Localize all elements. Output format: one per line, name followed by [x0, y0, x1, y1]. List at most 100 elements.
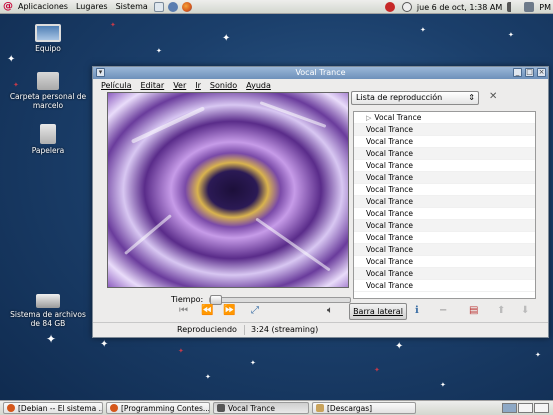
playlist-item[interactable]: Vocal Trance — [354, 136, 535, 148]
move-up-icon[interactable]: ⬆ — [497, 305, 505, 316]
harddisk-icon — [36, 294, 60, 308]
firefox-icon — [110, 404, 118, 412]
star-decoration: ✦ — [508, 31, 514, 39]
playlist-item[interactable]: Vocal Trance — [354, 232, 535, 244]
playlist-item[interactable]: Vocal Trance — [354, 220, 535, 232]
sidebar-select-value: Lista de reproducción — [356, 93, 443, 102]
info-icon[interactable]: ℹ — [415, 305, 419, 316]
desktop-icon-label: Equipo — [35, 44, 61, 53]
home-folder-icon — [37, 72, 59, 90]
seek-knob[interactable] — [210, 295, 222, 305]
menu-sistema[interactable]: Sistema — [112, 0, 152, 14]
star-decoration: ✦ — [110, 21, 116, 29]
playlist-item[interactable]: Vocal Trance — [354, 268, 535, 280]
visualization-streak — [124, 214, 172, 255]
volume-icon[interactable] — [507, 2, 518, 12]
task-descargas[interactable]: [Descargas] — [312, 402, 416, 414]
desktop-icon-label: Papelera — [31, 146, 65, 155]
video-area[interactable] — [107, 92, 349, 288]
star-decoration: ✦ — [440, 381, 446, 389]
window-title: Vocal Trance — [295, 68, 346, 77]
firefox-icon — [7, 404, 15, 412]
close-sidebar-icon[interactable]: ✕ — [489, 91, 497, 103]
workspace-switcher[interactable] — [502, 403, 549, 413]
menu-ayuda[interactable]: Ayuda — [246, 81, 271, 90]
menu-editar[interactable]: Editar — [141, 81, 165, 90]
menu-sonido[interactable]: Sonido — [210, 81, 237, 90]
move-down-icon[interactable]: ⬇ — [521, 305, 529, 316]
playlist-item[interactable]: Vocal Trance — [354, 160, 535, 172]
player-controls: Tiempo: ⏮ ⏪ ⏩ ⤢ 🔈︎ Barra lateral ℹ − ▤ ⬆… — [101, 289, 548, 320]
maximize-button[interactable]: □ — [525, 68, 534, 77]
sidebar-select[interactable]: Lista de reproducción ⇕ — [351, 91, 479, 105]
menu-ver[interactable]: Ver — [173, 81, 186, 90]
playlist-item[interactable]: Vocal Trance — [354, 172, 535, 184]
clock[interactable]: jue 6 de oct, 1:38 AM — [417, 3, 502, 12]
playlist-item[interactable]: Vocal Trance — [354, 124, 535, 136]
window-titlebar[interactable]: ▾ Vocal Trance _ □ × — [93, 67, 548, 79]
status-separator — [243, 324, 245, 335]
fullscreen-icon[interactable]: ⤢ — [251, 305, 259, 316]
desktop-icon-label: Carpeta personal de marcelo — [9, 92, 87, 110]
workspace-2[interactable] — [518, 403, 533, 413]
playlist-item[interactable]: Vocal Trance — [354, 184, 535, 196]
totem-player-window[interactable]: ▾ Vocal Trance _ □ × Película Editar Ver… — [92, 66, 549, 338]
desktop-icon-equipo[interactable]: Equipo — [8, 24, 88, 53]
menu-lugares[interactable]: Lugares — [72, 0, 112, 14]
playlist-item[interactable]: Vocal Trance — [354, 244, 535, 256]
totem-icon — [217, 404, 225, 412]
desktop-icon-label: Sistema de archivos de 84 GB — [10, 310, 86, 328]
rewind-icon[interactable]: ⏪ — [201, 305, 213, 316]
top-panel: @ Aplicaciones Lugares Sistema jue 6 de … — [0, 0, 553, 14]
window-menu-icon[interactable]: ▾ — [96, 68, 105, 77]
launcher-firefox-icon[interactable] — [181, 1, 192, 12]
playlist-item[interactable]: Vocal Trance — [354, 148, 535, 160]
playlist-item[interactable]: Vocal Trance — [354, 208, 535, 220]
update-notifier-icon[interactable] — [384, 2, 395, 12]
workspace-1[interactable] — [502, 403, 517, 413]
star-decoration: ✦ — [46, 332, 57, 346]
sidebar-toggle-button[interactable]: Barra lateral — [349, 303, 407, 320]
trash-icon — [40, 124, 56, 144]
task-programming[interactable]: [Programming Contes... — [106, 402, 210, 414]
playlist[interactable]: ▷ Vocal Trance Vocal Trance Vocal Trance … — [353, 111, 536, 299]
seek-slider[interactable] — [209, 295, 351, 305]
launcher-mail-icon[interactable] — [153, 1, 164, 12]
menu-aplicaciones[interactable]: Aplicaciones — [14, 0, 72, 14]
close-button[interactable]: × — [537, 68, 546, 77]
desktop-icon-home-folder[interactable]: Carpeta personal de marcelo — [8, 72, 88, 110]
desktop-icon-filesystem[interactable]: Sistema de archivos de 84 GB — [8, 290, 88, 328]
star-decoration: ✦ — [178, 347, 184, 355]
workspace-3[interactable] — [534, 403, 549, 413]
debian-logo-icon[interactable]: @ — [3, 1, 13, 12]
menu-pelicula[interactable]: Película — [101, 81, 132, 90]
star-decoration: ✦ — [156, 47, 162, 55]
star-decoration: ✦ — [374, 366, 380, 374]
playlist-item[interactable]: Vocal Trance — [354, 256, 535, 268]
minimize-button[interactable]: _ — [513, 68, 522, 77]
visualization-streak — [259, 101, 327, 128]
fast-forward-icon[interactable]: ⏩ — [223, 305, 235, 316]
playlist-item[interactable]: ▷ Vocal Trance — [354, 112, 535, 124]
star-decoration: ✦ — [7, 54, 16, 65]
playlist-item[interactable]: Vocal Trance — [354, 196, 535, 208]
visualization-streak — [130, 106, 206, 144]
chevron-updown-icon: ⇕ — [468, 93, 475, 102]
remove-icon[interactable]: − — [439, 305, 447, 316]
network-icon[interactable] — [524, 2, 535, 12]
star-decoration: ✦ — [205, 373, 211, 381]
folder-icon — [316, 404, 324, 412]
status-time: 3:24 (streaming) — [251, 325, 319, 334]
task-debian[interactable]: [Debian -- El sistema ... — [3, 402, 103, 414]
play-indicator-icon: ▷ — [366, 114, 372, 122]
search-icon[interactable] — [401, 2, 412, 12]
save-playlist-icon[interactable]: ▤ — [469, 305, 478, 316]
launcher-help-icon[interactable] — [167, 1, 178, 12]
desktop-icon-trash[interactable]: Papelera — [8, 124, 88, 155]
menu-ir[interactable]: Ir — [195, 81, 201, 90]
task-vocal-trance[interactable]: Vocal Trance — [213, 402, 309, 414]
computer-icon — [35, 24, 61, 42]
user-menu[interactable]: PM — [539, 3, 551, 12]
volume-icon[interactable]: 🔈︎ — [327, 305, 333, 316]
previous-icon[interactable]: ⏮ — [179, 305, 188, 316]
